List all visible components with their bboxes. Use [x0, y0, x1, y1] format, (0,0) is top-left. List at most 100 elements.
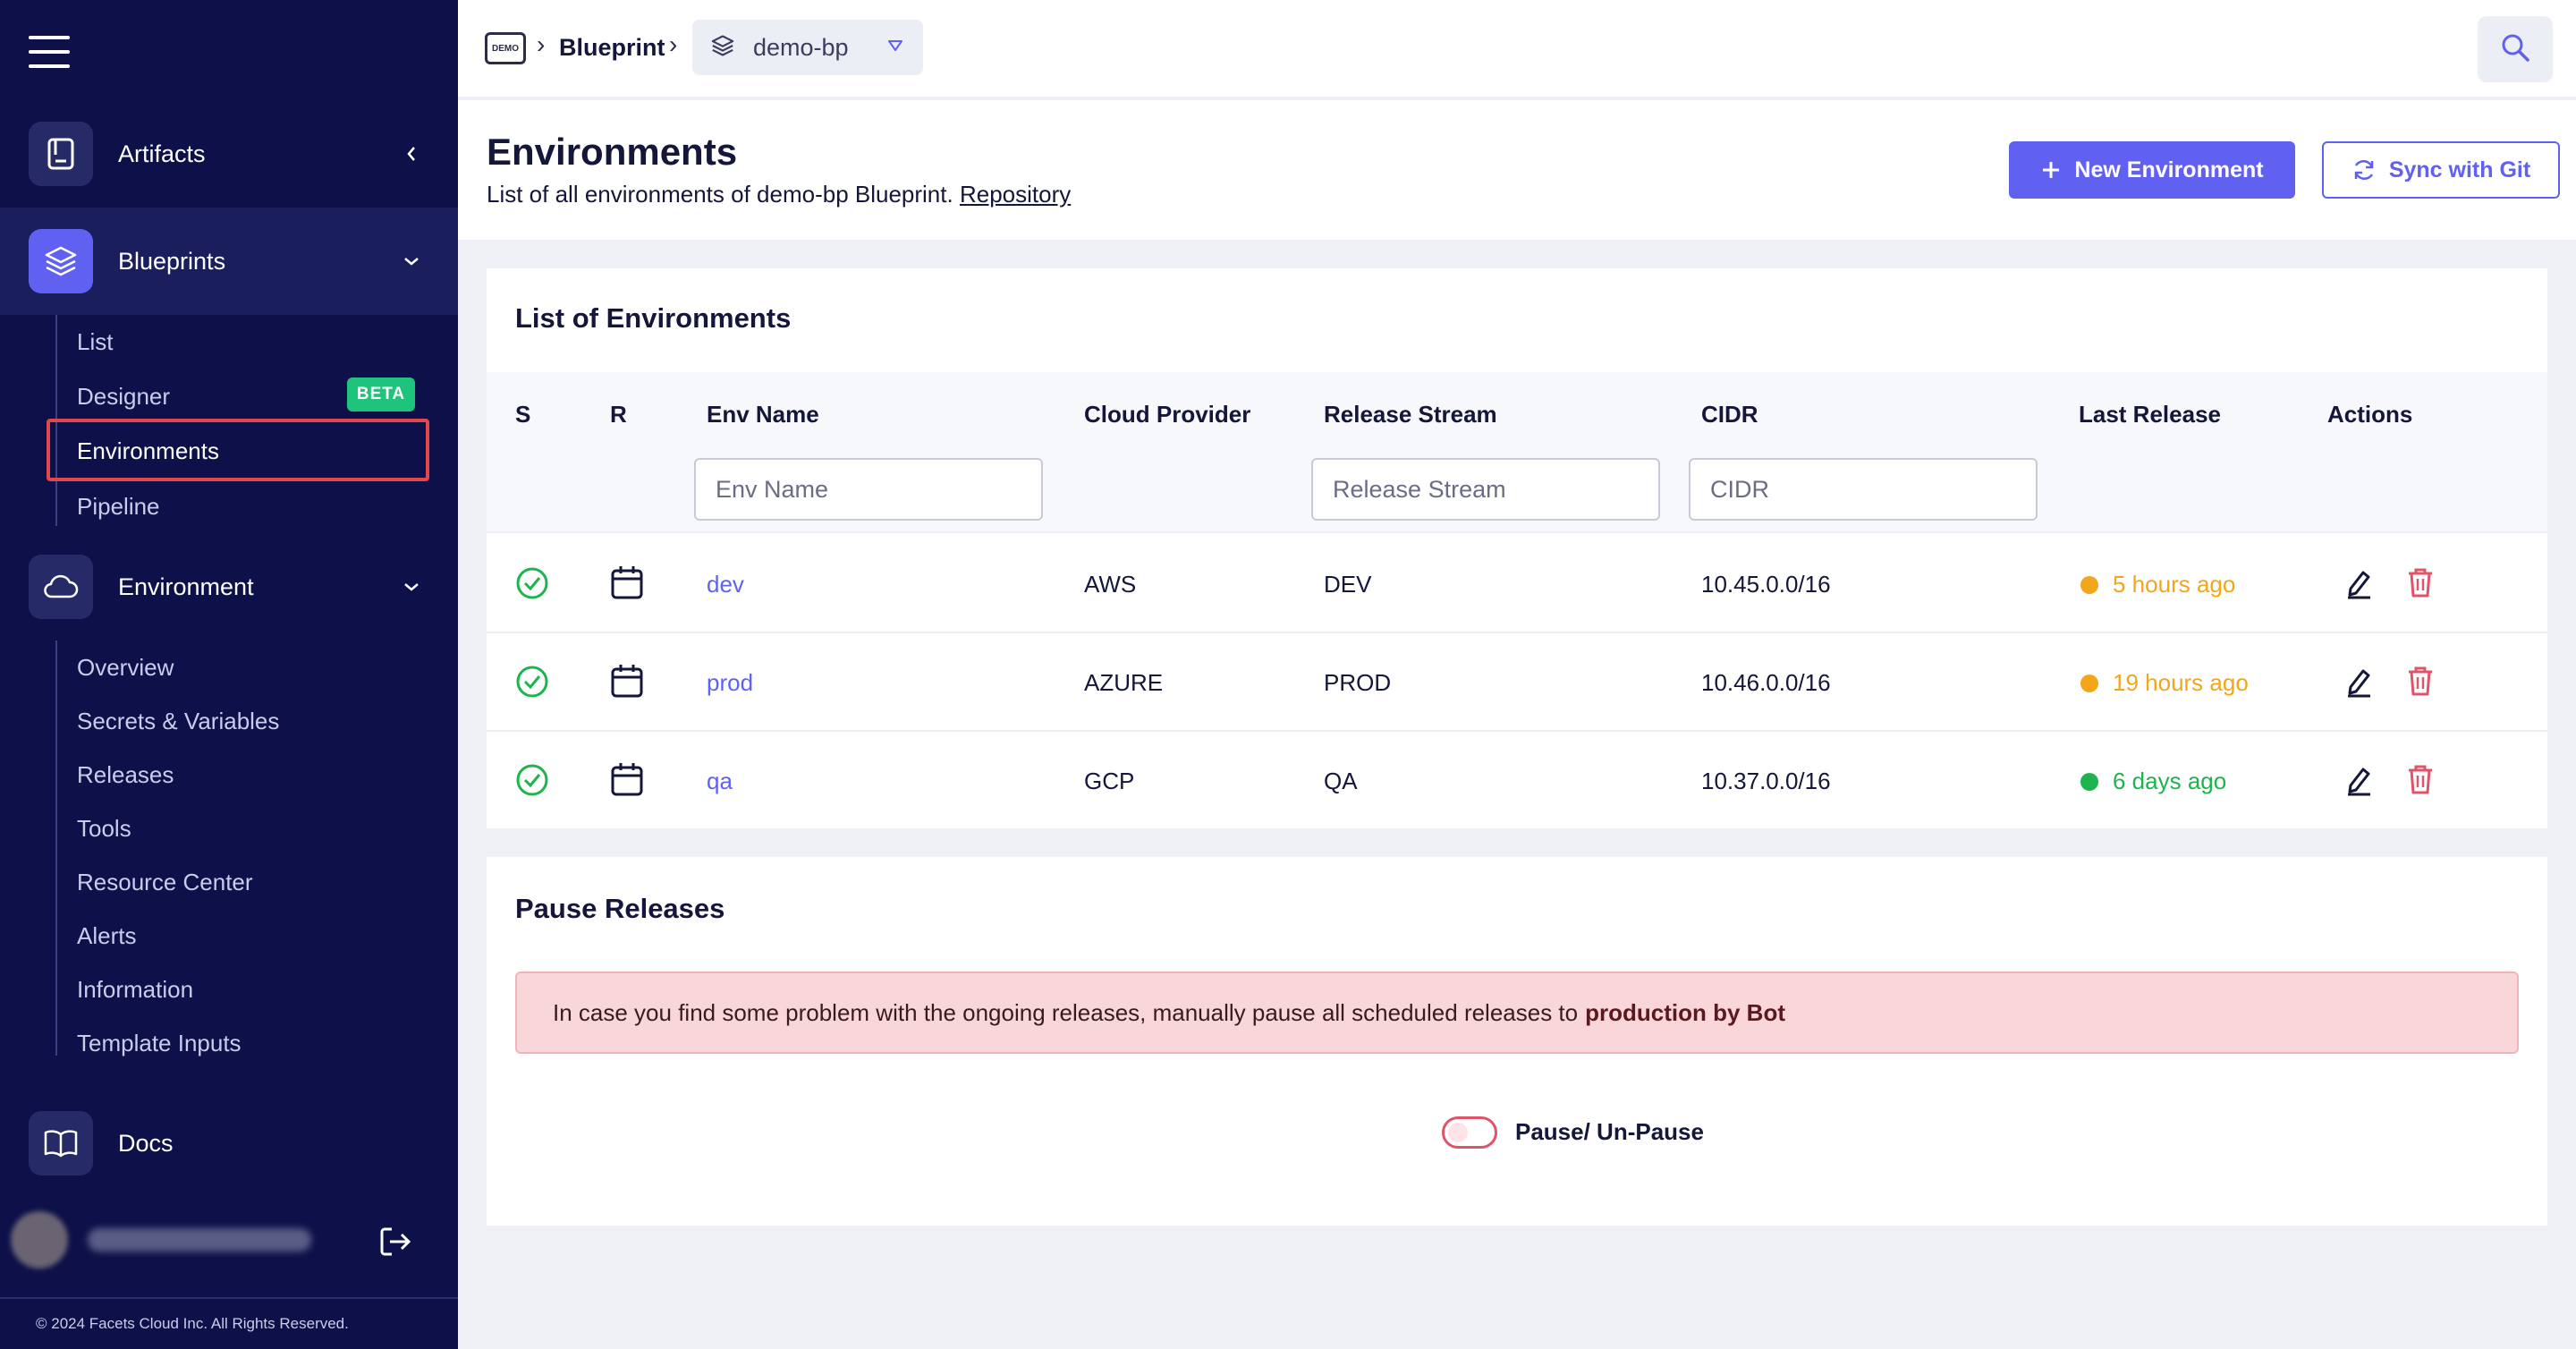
env-name-link[interactable]: dev [707, 571, 744, 598]
table-row: dev AWS DEV 10.45.0.0/16 5 hours ago [487, 535, 2547, 633]
release-stream-filter-input[interactable] [1311, 458, 1660, 521]
breadcrumb-separator: › [537, 30, 546, 58]
blueprint-selector[interactable]: demo-bp [692, 20, 923, 75]
sidebar: Artifacts Blueprints List Designer BETA … [0, 0, 458, 1349]
caret-down-icon [887, 39, 903, 56]
menu-icon[interactable] [29, 36, 70, 68]
logout-icon[interactable] [376, 1222, 415, 1261]
release-stream-cell: QA [1324, 768, 1358, 794]
nav-docs[interactable]: Docs [0, 1090, 458, 1197]
sidebar-item-designer[interactable]: Designer [77, 383, 170, 411]
page-subtitle: List of all environments of demo-bp Blue… [487, 181, 1071, 208]
table-row: qa GCP QA 10.37.0.0/16 6 days ago [487, 732, 2547, 830]
sidebar-item-overview[interactable]: Overview [77, 654, 174, 682]
pause-alert-bold: production by Bot [1585, 998, 1785, 1026]
column-header-release-stream: Release Stream [1324, 401, 1497, 428]
book-icon [29, 122, 93, 186]
env-name-filter-input[interactable] [694, 458, 1043, 521]
pause-alert: In case you find some problem with the o… [515, 971, 2519, 1054]
sidebar-item-pipeline[interactable]: Pipeline [77, 493, 160, 521]
delete-icon[interactable] [2406, 566, 2435, 603]
column-header-env-name: Env Name [707, 401, 819, 428]
last-release-cell: 6 days ago [2113, 768, 2227, 794]
nav-docs-label: Docs [118, 1129, 174, 1157]
edit-icon[interactable] [2343, 764, 2374, 801]
sidebar-item-template-inputs[interactable]: Template Inputs [77, 1030, 242, 1057]
check-circle-icon [515, 665, 549, 703]
status-dot [2080, 576, 2098, 594]
cidr-cell: 10.37.0.0/16 [1701, 768, 1831, 794]
new-environment-button[interactable]: New Environment [2009, 141, 2295, 199]
breadcrumb-separator: › [669, 30, 678, 58]
cidr-cell: 10.45.0.0/16 [1701, 571, 1831, 598]
environment-subnav-line [55, 641, 57, 1056]
check-circle-icon [515, 763, 549, 802]
sidebar-item-releases[interactable]: Releases [77, 761, 174, 789]
topbar: DEMO › Blueprint › demo-bp [458, 0, 2576, 98]
environments-card-title: List of Environments [515, 302, 792, 334]
edit-icon[interactable] [2343, 666, 2374, 702]
edit-icon[interactable] [2343, 567, 2374, 604]
cloud-provider-cell: AZURE [1084, 669, 1164, 696]
blueprint-selector-value: demo-bp [753, 33, 849, 61]
search-button[interactable] [2478, 16, 2553, 82]
cloud-provider-cell: GCP [1084, 768, 1135, 794]
check-circle-icon [515, 566, 549, 605]
env-name-link[interactable]: qa [707, 768, 733, 795]
cidr-cell: 10.46.0.0/16 [1701, 669, 1831, 696]
delete-icon[interactable] [2406, 763, 2435, 800]
calendar-icon[interactable] [610, 564, 644, 605]
plus-icon [2043, 162, 2060, 178]
calendar-icon[interactable] [610, 761, 644, 802]
status-dot [2080, 773, 2098, 791]
nav-artifacts[interactable]: Artifacts [0, 100, 458, 208]
pause-alert-text: In case you find some problem with the o… [553, 998, 1579, 1026]
breadcrumb-blueprint[interactable]: Blueprint [559, 34, 665, 62]
demo-logo[interactable]: DEMO [485, 32, 526, 64]
status-dot [2080, 674, 2098, 692]
page-subtitle-text: List of all environments of demo-bp Blue… [487, 181, 953, 208]
nav-environment[interactable]: Environment [0, 533, 458, 641]
column-header-r: R [610, 401, 627, 428]
last-release-cell: 5 hours ago [2113, 571, 2236, 598]
layers-icon [710, 33, 735, 63]
release-stream-cell: DEV [1324, 571, 1372, 598]
column-header-cidr: CIDR [1701, 401, 1758, 428]
sidebar-item-alerts[interactable]: Alerts [77, 922, 136, 950]
search-icon [2500, 32, 2530, 67]
sync-icon [2354, 159, 2374, 181]
sidebar-item-secrets-variables[interactable]: Secrets & Variables [77, 708, 279, 735]
pause-toggle[interactable] [1442, 1116, 1497, 1149]
nav-environment-label: Environment [118, 573, 254, 600]
user-profile[interactable] [11, 1208, 369, 1272]
sidebar-item-list[interactable]: List [77, 328, 113, 356]
sync-with-git-button[interactable]: Sync with Git [2322, 141, 2560, 199]
layers-icon [29, 229, 93, 293]
chevron-down-icon [401, 250, 422, 272]
sidebar-item-tools[interactable]: Tools [77, 815, 131, 843]
env-name-link[interactable]: prod [707, 669, 753, 697]
column-header-cloud-provider: Cloud Provider [1084, 401, 1251, 428]
new-environment-label: New Environment [2074, 157, 2264, 182]
sidebar-divider [0, 1297, 458, 1299]
last-release-cell: 19 hours ago [2113, 669, 2249, 696]
column-header-last-release: Last Release [2079, 401, 2221, 428]
nav-artifacts-label: Artifacts [118, 140, 206, 167]
toggle-knob [1448, 1123, 1468, 1142]
delete-icon[interactable] [2406, 665, 2435, 701]
sidebar-item-resource-center[interactable]: Resource Center [77, 869, 253, 896]
cidr-filter-input[interactable] [1689, 458, 2038, 521]
calendar-icon[interactable] [610, 663, 644, 703]
pause-toggle-label: Pause/ Un-Pause [1515, 1118, 1704, 1145]
page-header: Environments List of all environments of… [458, 100, 2576, 240]
pause-releases-title: Pause Releases [515, 893, 725, 924]
repository-link[interactable]: Repository [960, 181, 1071, 208]
sidebar-item-information[interactable]: Information [77, 976, 193, 1004]
sync-with-git-label: Sync with Git [2388, 157, 2531, 182]
nav-blueprints[interactable]: Blueprints [0, 208, 458, 315]
user-name-blurred [88, 1228, 311, 1251]
page-title: Environments [487, 131, 738, 173]
nav-blueprints-label: Blueprints [118, 247, 226, 275]
cloud-provider-cell: AWS [1084, 571, 1137, 598]
sidebar-item-environments[interactable]: Environments [77, 437, 219, 465]
